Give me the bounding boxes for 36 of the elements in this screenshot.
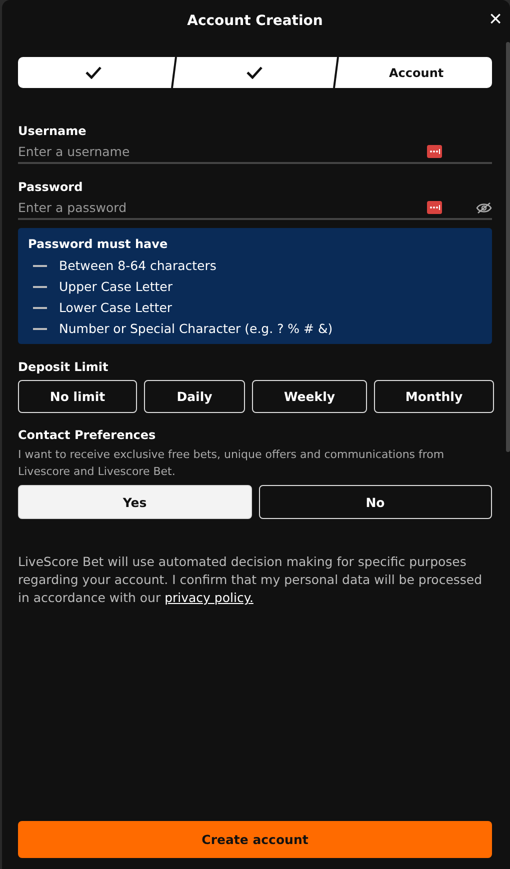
dash-icon <box>33 264 47 266</box>
eye-hidden-icon[interactable] <box>476 202 492 214</box>
password-manager-icon[interactable] <box>427 145 442 158</box>
requirement-text: Upper Case Letter <box>59 279 172 294</box>
section-label: Contact Preferences <box>18 428 157 442</box>
checkmark-icon <box>85 66 102 79</box>
dialog-title: Account Creation <box>187 13 323 29</box>
deposit-limit-option[interactable]: Weekly <box>252 380 367 413</box>
deposit-limit-option[interactable]: Daily <box>144 380 245 413</box>
step-divider-icon <box>330 57 341 88</box>
dash-icon <box>33 286 47 288</box>
requirement-text: Lower Case Letter <box>59 300 172 315</box>
password-manager-icon[interactable] <box>427 201 442 214</box>
deposit-limit-option[interactable]: Monthly <box>374 380 494 413</box>
input-field[interactable]: Enter a username <box>18 144 427 159</box>
dash-icon <box>33 328 47 330</box>
dash-icon <box>33 306 47 308</box>
create-account-button[interactable]: Create account <box>18 821 492 858</box>
disclaimer-text: LiveScore Bet will use automated decision making for specific purposes regarding your account. I confirm that my personal data will be processed in accordance with our privacy policy. <box>18 553 484 607</box>
field-label: Username <box>18 124 88 138</box>
deposit-limit-option[interactable]: No limit <box>18 380 137 413</box>
checkmark-icon <box>246 66 264 79</box>
field-label: Password <box>18 180 84 194</box>
contact-description: I want to receive exclusive free bets, unique offers and communications from Livescore and Livescore Bet. <box>18 447 446 480</box>
contact-option[interactable]: No <box>258 485 492 519</box>
requirement-text: Number or Special Character (e.g. ? % # &) <box>59 321 333 336</box>
requirement-text: Between 8-64 characters <box>59 258 216 273</box>
privacy-policy-link[interactable]: privacy policy. <box>164 590 254 605</box>
step-label: Account <box>389 66 444 80</box>
requirements-title: Password must have <box>28 237 169 251</box>
input-field[interactable]: Enter a password <box>18 200 427 215</box>
contact-option[interactable]: Yes <box>18 485 252 519</box>
step-divider-icon <box>169 57 180 88</box>
section-label: Deposit Limit <box>18 360 110 374</box>
close-button[interactable]: × <box>487 8 504 30</box>
scrollbar[interactable] <box>506 42 510 452</box>
